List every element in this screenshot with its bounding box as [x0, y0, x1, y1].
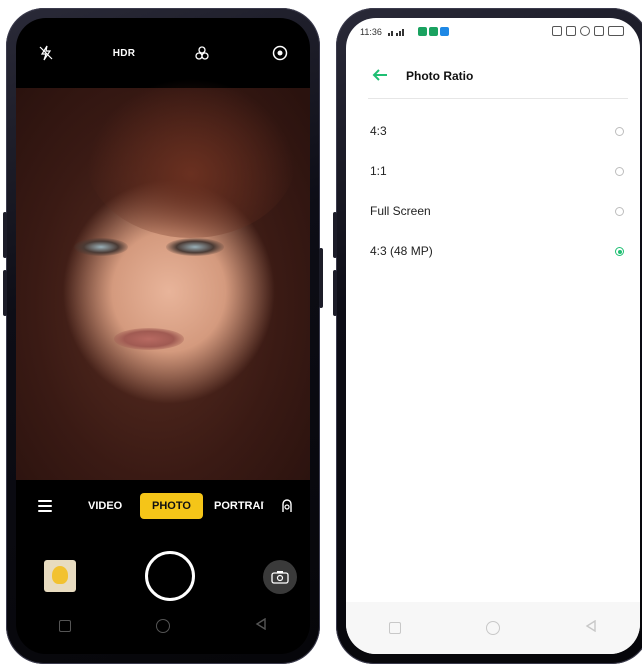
status-icons: [552, 26, 624, 36]
flash-off-icon[interactable]: [34, 41, 58, 65]
home-icon[interactable]: [155, 619, 170, 633]
title-bar: Photo Ratio: [346, 62, 640, 92]
status-time: 11:36: [360, 27, 382, 37]
lens-icon[interactable]: [280, 498, 294, 519]
back-arrow-icon[interactable]: [372, 68, 388, 82]
settings-icon[interactable]: [268, 41, 292, 65]
moon-icon: [580, 26, 590, 36]
page-title: Photo Ratio: [406, 69, 474, 83]
option-label: 4:3: [370, 124, 387, 138]
shutter-button[interactable]: [145, 551, 195, 601]
camera-viewfinder[interactable]: [16, 78, 310, 480]
camera-top-bar: HDR: [16, 18, 310, 88]
volume-button: [3, 270, 7, 316]
radio-button[interactable]: [615, 167, 624, 176]
menu-icon[interactable]: [38, 500, 52, 515]
system-nav-bar: [16, 598, 310, 654]
settings-screen: 11:36 Photo Ratio 4:3 1:1 Full Screen 4:…: [346, 18, 640, 654]
recent-apps-icon[interactable]: [388, 622, 401, 634]
bluetooth-icon: [594, 26, 604, 36]
radio-button[interactable]: [615, 207, 624, 216]
back-nav-icon[interactable]: [585, 619, 597, 637]
volume-button: [333, 270, 337, 316]
app-notification-icon: [418, 27, 427, 36]
portrait-image: [86, 78, 296, 238]
option-full-screen[interactable]: Full Screen: [346, 196, 640, 228]
divider: [368, 98, 628, 99]
radio-button-selected[interactable]: [615, 247, 624, 256]
car-icon: [566, 26, 576, 36]
option-1-1[interactable]: 1:1: [346, 156, 640, 188]
mode-photo[interactable]: PHOTO: [140, 493, 203, 519]
mode-portrait[interactable]: PORTRAIT: [214, 493, 264, 519]
option-label: 1:1: [370, 164, 387, 178]
recent-apps-icon[interactable]: [58, 620, 71, 632]
mode-video[interactable]: VIDEO: [88, 493, 122, 519]
hdr-toggle[interactable]: HDR: [112, 41, 136, 65]
portrait-image: [166, 238, 224, 256]
radio-button[interactable]: [615, 127, 624, 136]
option-4-3-48mp[interactable]: 4:3 (48 MP): [346, 236, 640, 268]
volume-button: [3, 212, 7, 258]
signal-icon: [388, 27, 449, 36]
app-notification-icon: [440, 27, 449, 36]
camera-mode-bar: VIDEO PHOTO PORTRAIT: [16, 493, 310, 519]
battery-icon: [608, 26, 624, 36]
portrait-image: [74, 238, 128, 256]
back-nav-icon[interactable]: [255, 617, 267, 635]
filter-icon[interactable]: [190, 41, 214, 65]
power-button: [319, 248, 323, 308]
option-label: 4:3 (48 MP): [370, 244, 433, 258]
home-icon[interactable]: [485, 621, 500, 635]
volume-button: [333, 212, 337, 258]
app-notification-icon: [429, 27, 438, 36]
status-bar: 11:36: [346, 18, 640, 44]
portrait-image: [114, 328, 184, 350]
camera-phone-frame: HDR VIDEO PHOTO PORTRAIT: [3, 8, 323, 664]
option-label: Full Screen: [370, 204, 431, 218]
settings-phone-frame: 11:36 Photo Ratio 4:3 1:1 Full Screen 4:…: [333, 8, 642, 664]
camera-screen: HDR VIDEO PHOTO PORTRAIT: [16, 18, 310, 654]
gallery-thumbnail[interactable]: [44, 560, 76, 592]
switch-camera-icon[interactable]: [263, 560, 297, 594]
system-nav-bar: [346, 602, 640, 654]
option-4-3[interactable]: 4:3: [346, 116, 640, 148]
vibrate-icon: [552, 26, 562, 36]
